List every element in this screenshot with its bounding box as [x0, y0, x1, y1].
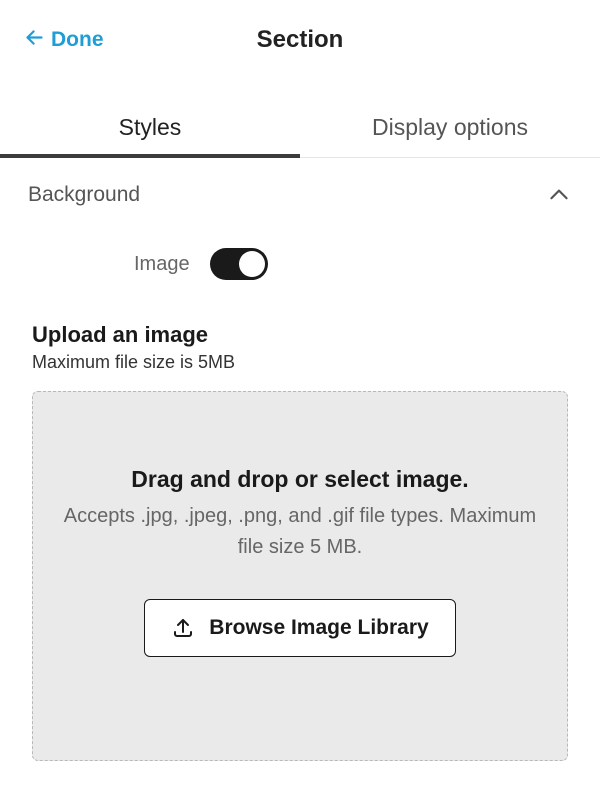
- background-label: Background: [28, 183, 140, 207]
- image-toggle-label: Image: [134, 253, 190, 276]
- image-toggle-row: Image: [0, 218, 600, 298]
- arrow-left-icon: [24, 27, 45, 54]
- upload-section: Upload an image Maximum file size is 5MB…: [0, 298, 600, 761]
- toggle-knob: [239, 251, 265, 277]
- background-section-header[interactable]: Background: [0, 158, 600, 218]
- image-dropzone[interactable]: Drag and drop or select image. Accepts .…: [32, 391, 568, 761]
- tab-styles[interactable]: Styles: [0, 98, 300, 157]
- browse-image-library-button[interactable]: Browse Image Library: [144, 599, 455, 657]
- tabs: Styles Display options: [0, 98, 600, 158]
- back-label: Done: [51, 28, 104, 52]
- tab-display-options-label: Display options: [372, 114, 528, 140]
- chevron-up-icon: [546, 182, 572, 208]
- image-toggle[interactable]: [210, 248, 268, 280]
- upload-subtitle: Maximum file size is 5MB: [32, 352, 568, 373]
- upload-icon: [171, 616, 195, 640]
- tab-styles-label: Styles: [119, 114, 182, 140]
- back-button[interactable]: Done: [24, 27, 104, 54]
- page-header: Done Section: [0, 0, 600, 78]
- browse-button-label: Browse Image Library: [209, 616, 428, 640]
- drop-headline: Drag and drop or select image.: [131, 466, 468, 493]
- tab-display-options[interactable]: Display options: [300, 98, 600, 157]
- page-title: Section: [257, 26, 344, 54]
- drop-subtext: Accepts .jpg, .jpeg, .png, and .gif file…: [53, 501, 547, 563]
- upload-title: Upload an image: [32, 322, 568, 348]
